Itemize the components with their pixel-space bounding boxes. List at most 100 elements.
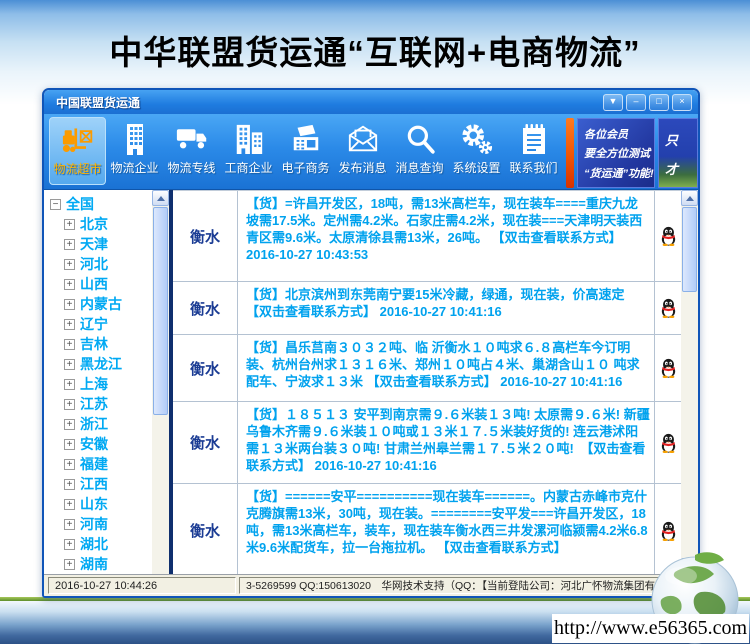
building-icon [119,123,151,155]
window-control-button[interactable]: – [626,94,646,111]
tree-item[interactable]: + 吉林 [46,334,152,354]
tree-item[interactable]: + 湖南 [46,554,152,574]
toolbar-item-label: 工商企业 [224,159,272,176]
main-toolbar: 物流超市 物流企业 物流专线 工商企业 [44,114,698,190]
expand-icon[interactable]: + [64,379,75,390]
toolbar-item[interactable]: 发布消息 [334,117,391,185]
message-row[interactable]: 衡水 【货】=许昌开发区，18吨，需13米高栏车，现在装车====重庆九龙坡需1… [173,191,681,282]
tree-item[interactable]: + 浙江 [46,414,152,434]
toolbar-item[interactable]: 联系我们 [505,117,562,185]
toolbar-item[interactable]: 工商企业 [220,117,277,185]
tree-item-label: 全国 [66,194,94,214]
toolbar-item-label: 物流超市 [53,160,101,177]
qq-penguin-icon[interactable] [660,358,677,378]
toolbar-item[interactable]: 电子商务 [277,117,334,185]
tree-item[interactable]: + 安徽 [46,434,152,454]
tree-item[interactable]: + 黑龙江 [46,354,152,374]
tree-item-label: 湖北 [80,534,108,554]
expand-icon[interactable]: + [64,419,75,430]
window-control-button[interactable]: □ [649,94,669,111]
tree-item[interactable]: + 江西 [46,474,152,494]
origin-city: 衡水 [173,335,238,401]
tree-item[interactable]: + 福建 [46,454,152,474]
expand-icon[interactable]: + [64,459,75,470]
toolbar-item[interactable]: 物流企业 [106,117,163,185]
toolbar-divider [566,118,574,188]
expand-icon[interactable]: + [64,479,75,490]
expand-icon[interactable]: + [64,259,75,270]
expand-icon[interactable]: + [64,299,75,310]
tree-item[interactable]: + 北京 [46,214,152,234]
scrollbar-thumb[interactable] [682,207,697,292]
expand-icon[interactable]: + [64,319,75,330]
toolbar-item[interactable]: 系统设置 [448,117,505,185]
message-row[interactable]: 衡水 【货】北京滨州到东莞南宁要15米冷藏，绿通，现在装，价高速定 【双击查看联… [173,282,681,335]
province-tree: − 全国 + 北京 + 天津 [46,190,152,574]
window-titlebar: 中国联盟货运通 ▼ – □ × [44,90,698,114]
side-banner-char-2: 才 [665,156,697,185]
scroll-up-button[interactable] [681,190,698,206]
expand-icon[interactable]: + [64,519,75,530]
tree-item[interactable]: + 山东 [46,494,152,514]
tree-item-label: 上海 [80,374,108,394]
expand-icon[interactable]: + [64,239,75,250]
promo-line-1: 各位会员 [584,126,650,145]
expand-icon[interactable]: + [64,219,75,230]
qq-penguin-icon[interactable] [660,298,677,318]
window-title: 中国联盟货运通 [56,94,603,111]
toolbar-item[interactable]: 物流超市 [49,117,106,185]
window-control-icon: – [633,96,638,106]
tree-item[interactable]: + 湖北 [46,534,152,554]
message-row[interactable]: 衡水 【货】======安平==========现在装车======。内蒙古赤峰… [173,484,681,574]
message-text: 【货】昌乐莒南３０３２吨、临 沂衡水１０吨求６.８高栏车今订明装、杭州台州求１３… [238,335,655,401]
toolbar-item[interactable]: 物流专线 [163,117,220,185]
expand-icon[interactable]: + [64,559,75,570]
window-control-button[interactable]: ▼ [603,94,623,111]
expand-icon[interactable]: + [64,439,75,450]
tree-item-label: 辽宁 [80,314,108,334]
desktop-background: 中华联盟货运通“互联网+电商物流” 中国联盟货运通 ▼ – □ [0,0,750,644]
list-scrollbar[interactable] [681,190,698,574]
toolbar-item-label: 发布消息 [338,159,386,176]
truck-icon [176,123,208,155]
toolbar-item-label: 系统设置 [452,159,500,176]
message-row[interactable]: 衡水 【货】昌乐莒南３０３２吨、临 沂衡水１０吨求６.８高栏车今订明装、杭州台州… [173,335,681,402]
tree-item[interactable]: + 天津 [46,234,152,254]
tree-item-label: 江西 [80,474,108,494]
expand-icon[interactable]: + [64,339,75,350]
window-control-button[interactable]: × [672,94,692,111]
expand-icon[interactable]: + [64,499,75,510]
tree-item[interactable]: + 辽宁 [46,314,152,334]
side-banner[interactable]: 只 才 [658,118,698,188]
qq-penguin-icon[interactable] [660,433,677,453]
tree-item[interactable]: + 河北 [46,254,152,274]
tree-item[interactable]: + 上海 [46,374,152,394]
promo-line-2: 要全方位测试 [584,145,650,164]
collapse-icon[interactable]: − [50,199,61,210]
expand-icon[interactable]: + [64,279,75,290]
message-text: 【货】北京滨州到东莞南宁要15米冷藏，绿通，现在装，价高速定 【双击查看联系方式… [238,282,655,334]
promo-banner[interactable]: 各位会员 要全方位测试 “货运通”功能! [577,118,655,188]
tree-item[interactable]: + 山西 [46,274,152,294]
window-control-icon: □ [656,96,661,106]
status-bar: 2016-10-27 10:44:26 3-5269599 QQ:1506130… [44,574,698,596]
tree-item[interactable]: + 内蒙古 [46,294,152,314]
expand-icon[interactable]: + [64,539,75,550]
tree-scrollbar[interactable] [152,190,169,574]
scrollbar-thumb[interactable] [153,207,168,415]
toolbar-item-label: 物流企业 [110,159,158,176]
qq-penguin-icon[interactable] [660,521,677,541]
qq-penguin-icon[interactable] [660,226,677,246]
toolbar-item[interactable]: 消息查询 [391,117,448,185]
tree-item-label: 北京 [80,214,108,234]
window-control-icon: ▼ [609,96,618,106]
expand-icon[interactable]: + [64,399,75,410]
tree-item[interactable]: + 河南 [46,514,152,534]
expand-icon[interactable]: + [64,359,75,370]
tree-item[interactable]: + 江苏 [46,394,152,414]
tree-item-root[interactable]: − 全国 [46,194,152,214]
buildings-icon [233,123,265,155]
scroll-up-button[interactable] [152,190,169,206]
message-row[interactable]: 衡水 【货】１８５１３ 安平到南京需９.６米装１３吨! 太原需９.６米! 新疆乌… [173,402,681,484]
toolbar-item-label: 消息查询 [395,159,443,176]
